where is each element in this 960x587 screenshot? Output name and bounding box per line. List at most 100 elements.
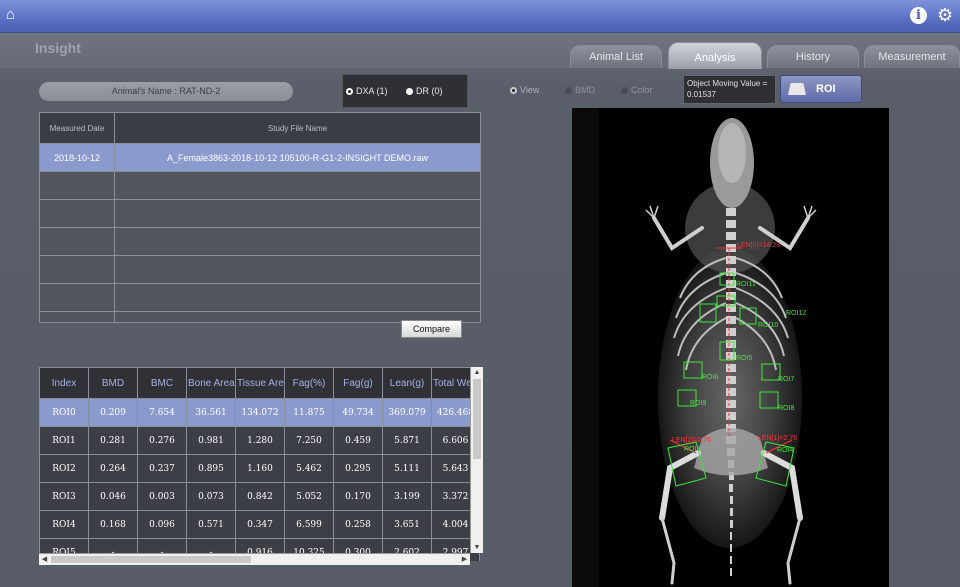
scroll-down-icon[interactable]: ▼ [471, 542, 483, 553]
gear-icon[interactable]: ⚙ [937, 5, 955, 25]
scroll-up-icon[interactable]: ▲ [471, 367, 483, 378]
roi-value-cell: 7.250 [284, 426, 334, 455]
rat-xray-image: ROI12 ROI11 ROI10 ROI5 ROI6 ROI7 ROI8 RO… [572, 108, 889, 587]
bmd-radio[interactable]: BMD [565, 85, 595, 95]
table-row[interactable]: ROI3 0.046 0.003 0.073 0.842 5.052 0.170 3.199 3… [39, 482, 480, 511]
roi-value-cell: 11.875 [284, 398, 334, 427]
tab-history[interactable]: History [767, 45, 859, 68]
scroll-thumb[interactable] [51, 556, 251, 563]
table-row[interactable] [39, 255, 481, 284]
roi-value-cell: 0.168 [88, 510, 138, 539]
len-right-label: LEN[1]=2.76 [758, 435, 797, 442]
roi-value-cell: 49.734 [333, 398, 383, 427]
column-header[interactable]: Fag(g) [333, 367, 383, 399]
app-title: Insight [35, 40, 81, 56]
radio-checked-icon [346, 87, 353, 95]
table-row[interactable]: 2018-10-12 A_Female3863-2018-10-12 10510… [39, 143, 481, 172]
roi-value-cell: 5.111 [382, 454, 432, 483]
roi-value-cell: 0.209 [88, 398, 138, 427]
table-row[interactable] [39, 199, 481, 228]
roi8-label: ROI8 [778, 405, 794, 412]
table-row[interactable] [39, 283, 481, 312]
roi-value-cell: 369.079 [382, 398, 432, 427]
roi-value-cell: 0.459 [333, 426, 383, 455]
column-header[interactable]: BMD [88, 367, 138, 399]
roi-value-cell: 0.571 [186, 510, 236, 539]
roi5-label: ROI5 [736, 355, 752, 362]
column-header[interactable]: Study File Name [114, 112, 481, 144]
home-icon[interactable]: ⌂ [6, 7, 22, 23]
roi9-label: ROI9 [690, 400, 706, 407]
column-header[interactable]: Measured Date [39, 112, 115, 144]
dxa-radio[interactable]: DXA (1) [346, 86, 388, 96]
table-row[interactable]: ROI2 0.264 0.237 0.895 1.160 5.462 0.295 5.111 5… [39, 454, 480, 483]
roi-results-table: Index BMD BMC Bone Area Tissue Area Fag(%) Fag… [39, 367, 480, 561]
roi-value-cell: 6.599 [284, 510, 334, 539]
roi-index-cell: ROI0 [39, 398, 89, 427]
roi-index-cell: ROI2 [39, 454, 89, 483]
roi-value-cell: 0.237 [137, 454, 187, 483]
roi-value-cell: 0.276 [137, 426, 187, 455]
study-table: Measured Date Study File Name 2018-10-12… [39, 112, 481, 323]
roi-value-cell: 0.258 [333, 510, 383, 539]
tab-analysis[interactable]: Analysis [668, 42, 762, 69]
object-moving-value: Object Moving Value = 0.01537 [683, 75, 776, 104]
roi-value-cell: 0.003 [137, 482, 187, 511]
len-spine-label: LEN[0]=14.23 [737, 242, 780, 249]
table-row[interactable] [39, 227, 481, 256]
column-header[interactable]: Fag(%) [284, 367, 334, 399]
roi10-label: ROI10 [758, 322, 778, 329]
tab-animal-list[interactable]: Animal List [570, 45, 662, 68]
color-radio[interactable]: Color [621, 85, 653, 95]
animal-name-field: Animal's Name : RAT-ND-2 [39, 82, 293, 101]
roi-value-cell: 5.052 [284, 482, 334, 511]
roi-value-cell: 0.096 [137, 510, 187, 539]
roi-value-cell: 0.281 [88, 426, 138, 455]
info-icon[interactable]: i [910, 7, 927, 24]
dr-radio[interactable]: DR (0) [406, 86, 443, 96]
roi-value-cell: 3.651 [382, 510, 432, 539]
xray-image-panel[interactable]: ROI12 ROI11 ROI10 ROI5 ROI6 ROI7 ROI8 RO… [572, 108, 889, 587]
table-row[interactable]: ROI1 0.281 0.276 0.981 1.280 7.250 0.459 5.871 6… [39, 426, 480, 455]
tab-measurement[interactable]: Measurement [864, 45, 960, 68]
roi6-label: ROI6 [702, 374, 718, 381]
horizontal-scrollbar[interactable]: ◀ ▶ [39, 553, 470, 565]
table-row[interactable]: ROI0 0.209 7.654 36.561 134.072 11.875 49.734 3… [39, 398, 480, 427]
roi-value-cell: 0.295 [333, 454, 383, 483]
roi11-label: ROI11 [736, 281, 756, 288]
view-radio[interactable]: View [510, 85, 539, 95]
roi-value-cell: 0.895 [186, 454, 236, 483]
roi-value-cell: 1.280 [235, 426, 285, 455]
table-row[interactable]: ROI4 0.168 0.096 0.571 0.347 6.599 0.258 3.651 4… [39, 510, 480, 539]
scroll-left-icon[interactable]: ◀ [39, 554, 50, 565]
radio-unchecked-icon [406, 87, 413, 95]
scroll-right-icon[interactable]: ▶ [459, 554, 470, 565]
compare-button[interactable]: Compare [401, 320, 462, 338]
roi-value-cell: 0.170 [333, 482, 383, 511]
roi-index-cell: ROI3 [39, 482, 89, 511]
roi-index-cell: ROI4 [39, 510, 89, 539]
roi-value-cell: 36.561 [186, 398, 236, 427]
table-row[interactable] [39, 171, 481, 200]
roi-value-cell: 5.462 [284, 454, 334, 483]
vertical-scrollbar[interactable]: ▲ ▼ [470, 367, 483, 553]
roi-button[interactable]: ROI [780, 75, 862, 103]
roi-value-cell: 0.981 [186, 426, 236, 455]
radio-unchecked-icon [621, 86, 628, 94]
column-header[interactable]: Index [39, 367, 89, 399]
roi-shape-icon [788, 83, 806, 95]
column-header[interactable]: BMC [137, 367, 187, 399]
column-header[interactable]: Bone Area [186, 367, 236, 399]
roi-value-cell: 3.199 [382, 482, 432, 511]
top-bar: ⌂ i ⚙ [0, 0, 960, 33]
roi-value-cell: 0.046 [88, 482, 138, 511]
roi-value-cell: 0.073 [186, 482, 236, 511]
radio-unchecked-icon [565, 86, 572, 94]
roi-value-cell: 0.264 [88, 454, 138, 483]
roi-value-cell: 7.654 [137, 398, 187, 427]
column-header[interactable]: Lean(g) [382, 367, 432, 399]
scroll-thumb[interactable] [473, 379, 481, 459]
roi3-label: ROI3 [684, 446, 700, 453]
column-header[interactable]: Tissue Area [235, 367, 285, 399]
roi4-label: ROI4 [777, 447, 793, 454]
